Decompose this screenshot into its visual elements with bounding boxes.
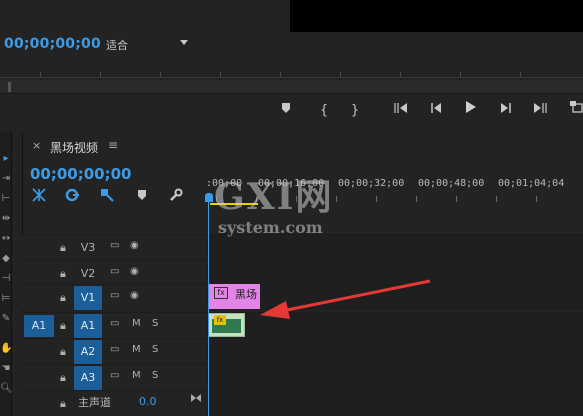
track-name-v3[interactable]: V3 [74, 236, 102, 260]
add-marker-snap-icon[interactable] [98, 188, 116, 206]
sync-lock-icon[interactable]: ▭ [110, 240, 119, 251]
go-to-in-icon[interactable] [389, 100, 413, 122]
fit-dropdown[interactable]: 适合 [106, 37, 188, 53]
fx-badge: fx [214, 315, 226, 325]
ruler-label-3: 00;00;48;00 [418, 178, 485, 189]
track-name-a1[interactable]: A1 [74, 314, 102, 338]
lock-icon[interactable]: 🔒︎ [60, 241, 66, 255]
track-lane-a2[interactable] [207, 339, 583, 364]
marker-icon[interactable] [274, 100, 298, 122]
mute-button[interactable]: M [132, 370, 141, 381]
chevron-down-icon [180, 40, 188, 45]
eye-icon[interactable]: ◉ [130, 240, 139, 251]
track-header-v1: 🔒︎ V1 ▭ ◉ [22, 285, 206, 310]
solo-button[interactable]: S [152, 344, 158, 355]
add-marker-icon[interactable] [133, 188, 151, 206]
track-header-a1: A1 🔒︎ A1 ▭ M S [22, 313, 206, 338]
program-video-frame [290, 0, 583, 32]
master-track-label: 主声道 [78, 396, 111, 409]
tools-panel: ▸ ⇥ ⊢ ⇹ ↔ ◆ ⊣ ⊨ ✎ ✋ ☚ 🔍︎ [0, 132, 12, 416]
lock-icon[interactable]: 🔒︎ [60, 267, 66, 281]
wrench-settings-icon[interactable] [167, 188, 185, 206]
track-header-v2: 🔒︎ V2 ▭ ◉ [22, 261, 206, 286]
sync-lock-icon[interactable]: ▭ [110, 290, 119, 301]
track-header-master: 🔒︎ [22, 391, 206, 416]
linked-selection-icon[interactable] [63, 188, 81, 206]
track-row-v3: 🔒︎ V3 ▭ ◉ [22, 234, 583, 260]
fit-value: 适合 [106, 39, 128, 52]
lock-icon[interactable]: 🔒︎ [60, 319, 66, 333]
monitor-zoom-scrollbar[interactable] [0, 80, 583, 94]
playhead-line[interactable] [208, 200, 209, 416]
snap-icon[interactable] [30, 188, 48, 206]
solo-button[interactable]: S [152, 318, 158, 329]
mute-button[interactable]: M [132, 318, 141, 329]
ripple-edit-tool-icon[interactable]: ⊢ [0, 192, 12, 206]
track-lane-a3[interactable] [207, 365, 583, 390]
eye-icon[interactable]: ◉ [130, 290, 139, 301]
ruler-label-2: 00;00;32;00 [338, 178, 405, 189]
watermark-text: system.com [218, 218, 323, 237]
annotation-arrow-icon [260, 279, 431, 319]
lock-icon[interactable]: 🔒︎ [60, 397, 66, 411]
step-forward-icon[interactable] [494, 100, 518, 122]
timeline-tab-bar [22, 134, 583, 158]
lock-icon[interactable]: 🔒︎ [60, 371, 66, 385]
track-select-tool-icon[interactable]: ⇥ [0, 172, 12, 186]
step-back-icon[interactable] [424, 100, 448, 122]
track-lane-master[interactable] [207, 391, 583, 416]
playhead-handle[interactable] [205, 193, 213, 202]
track-name-v1[interactable]: V1 [74, 286, 102, 310]
mark-out-icon[interactable]: } [343, 100, 367, 122]
tab-sequence-title[interactable]: 黑场视频 [50, 139, 98, 156]
rate-stretch-tool-icon[interactable]: ↔ [0, 232, 12, 246]
sync-lock-icon[interactable]: ▭ [110, 318, 119, 329]
go-to-end-icon[interactable] [190, 393, 202, 406]
track-header-a2: 🔒︎ A2 ▭ M S [22, 339, 206, 364]
ruler-label-4: 00;01;04;04 [498, 178, 565, 189]
sync-lock-icon[interactable]: ▭ [110, 266, 119, 277]
monitor-timecode[interactable]: 00;00;00;00 [4, 36, 101, 52]
slip-tool-icon[interactable]: ⊣ [0, 272, 12, 286]
hand-tool-icon-2[interactable]: ☚ [0, 362, 12, 376]
panel-menu-icon[interactable]: ≡ [108, 138, 118, 152]
go-to-out-icon[interactable] [528, 100, 552, 122]
selection-tool-icon[interactable]: ▸ [0, 152, 12, 166]
lift-icon[interactable] [564, 100, 583, 122]
track-name-v2[interactable]: V2 [74, 262, 102, 286]
watermark-logo: GXI网 [214, 176, 334, 218]
track-lane-v3[interactable] [207, 235, 583, 260]
hand-tool-icon[interactable]: ✋ [0, 342, 12, 356]
eye-icon[interactable]: ◉ [130, 266, 139, 277]
sync-lock-icon[interactable]: ▭ [110, 370, 119, 381]
slide-tool-icon[interactable]: ⊨ [0, 292, 12, 306]
track-header-v3: 🔒︎ V3 ▭ ◉ [22, 235, 206, 260]
timeline-timecode[interactable]: 00;00;00;00 [30, 165, 132, 183]
scrollbar-handle[interactable] [8, 82, 11, 92]
sync-lock-icon[interactable]: ▭ [110, 344, 119, 355]
pen-tool-icon[interactable]: ✎ [0, 312, 12, 326]
fx-badge: fx [214, 287, 228, 299]
close-icon[interactable]: × [32, 139, 42, 153]
track-header-a3: 🔒︎ A3 ▭ M S [22, 365, 206, 390]
solo-button[interactable]: S [152, 370, 158, 381]
mark-in-icon[interactable]: { [312, 100, 336, 122]
track-row-a2: 🔒︎ A2 ▭ M S [22, 338, 583, 364]
zoom-tool-icon[interactable]: 🔍︎ [0, 382, 12, 396]
master-volume-value[interactable]: 0.0 [139, 395, 157, 408]
monitor-time-ruler[interactable] [0, 58, 583, 78]
source-patch-a1[interactable]: A1 [24, 315, 54, 337]
track-name-a3[interactable]: A3 [74, 366, 102, 390]
lock-icon[interactable]: 🔒︎ [60, 291, 66, 305]
track-name-a2[interactable]: A2 [74, 340, 102, 364]
track-row-a3: 🔒︎ A3 ▭ M S [22, 364, 583, 390]
rolling-edit-tool-icon[interactable]: ⇹ [0, 212, 12, 226]
lock-icon[interactable]: 🔒︎ [60, 345, 66, 359]
razor-tool-icon[interactable]: ◆ [0, 252, 12, 266]
play-icon[interactable] [458, 100, 482, 122]
mute-button[interactable]: M [132, 344, 141, 355]
